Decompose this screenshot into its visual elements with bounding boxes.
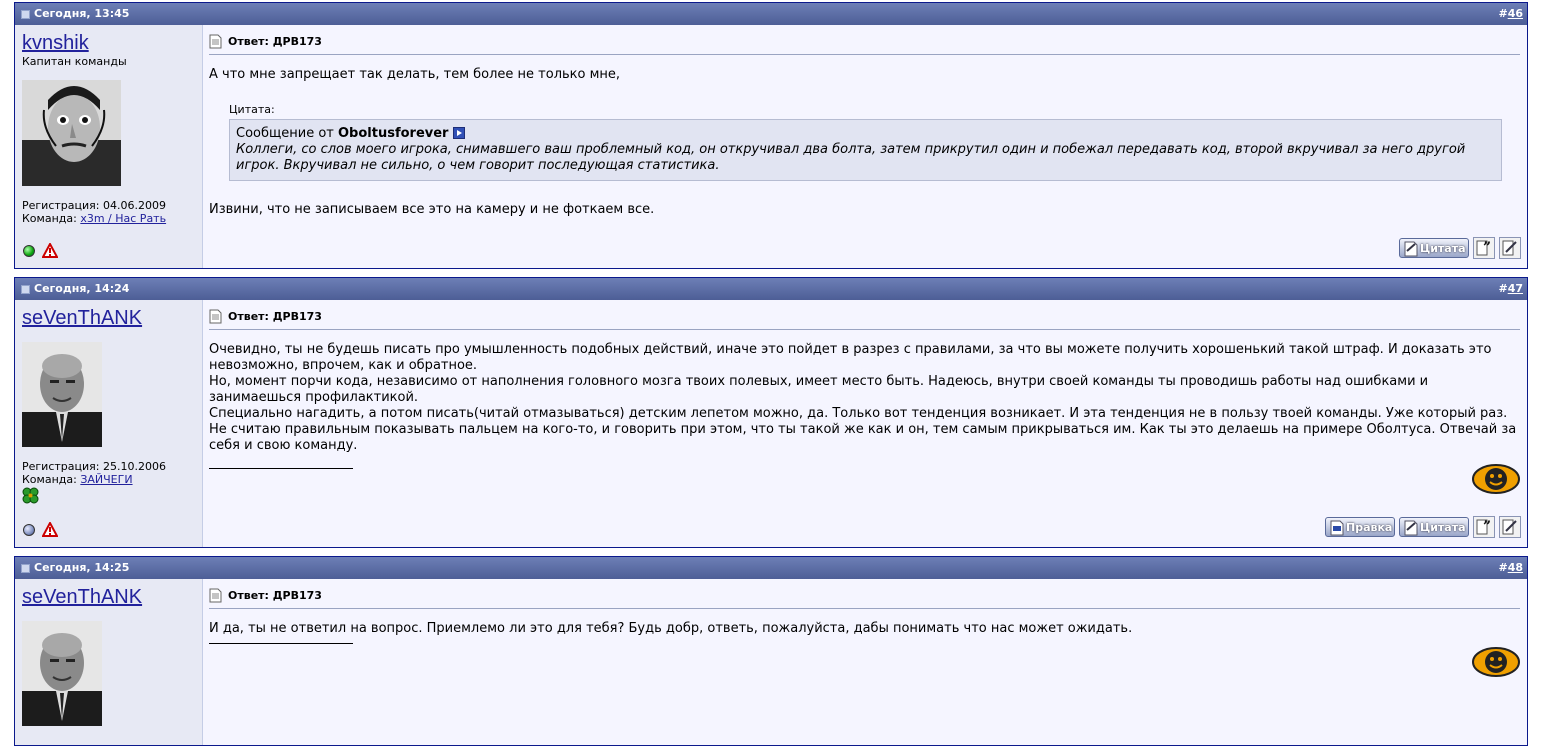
quote-box: Сообщение от Oboltusforever Коллеги, со … — [229, 119, 1502, 181]
avatar[interactable] — [22, 80, 121, 186]
quote-author: Oboltusforever — [338, 126, 449, 141]
avatar[interactable] — [22, 342, 102, 447]
post-content: Ответ: ДРВ173 И да, ты не ответил на воп… — [203, 579, 1527, 745]
reg-date: 25.10.2006 — [102, 460, 166, 473]
edit-button[interactable]: Правка — [1325, 517, 1395, 537]
username-link[interactable]: seVenThANK — [22, 585, 202, 609]
post-permalink[interactable]: 46 — [1508, 7, 1523, 20]
user-info: seVenThANK — [15, 579, 203, 745]
quick-reply-icon — [1502, 240, 1517, 256]
post-message: Очевидно, ты не будешь писать про умышле… — [209, 342, 1517, 453]
quote-text: Коллеги, со слов моего игрока, снимавшег… — [236, 142, 1466, 173]
svg-text:”: ” — [1483, 240, 1491, 256]
user-meta: Регистрация: 25.10.2006 Команда: ЗАЙЧЕГИ — [22, 460, 166, 504]
report-warning-icon[interactable] — [42, 243, 58, 258]
online-dot-icon — [23, 244, 35, 257]
clover-icon — [22, 487, 39, 504]
post-date: Сегодня, 14:24 — [34, 282, 130, 295]
team-link[interactable]: x3m / Нас Рать — [80, 212, 166, 225]
post-date: Сегодня, 13:45 — [34, 7, 130, 20]
watchmen-smiley-icon — [1472, 464, 1520, 494]
multiquote-icon: ” — [1476, 519, 1491, 535]
post-permalink[interactable]: 48 — [1508, 561, 1523, 574]
multiquote-button[interactable]: ” — [1473, 516, 1495, 538]
svg-text:”: ” — [1483, 519, 1491, 535]
post-header: Сегодня, 13:45 #46 — [15, 3, 1527, 25]
post-header: Сегодня, 14:24 #47 — [15, 278, 1527, 300]
signature-separator — [209, 643, 353, 644]
post-icon — [21, 563, 30, 573]
quick-reply-button[interactable] — [1499, 237, 1521, 259]
post-message: А что мне запрещает так делать, тем боле… — [209, 67, 621, 82]
quote-label: Цитата: — [229, 103, 275, 116]
username-link[interactable]: seVenThANK — [22, 306, 202, 330]
quote-button[interactable]: Цитата — [1399, 517, 1469, 537]
post-title: Ответ: ДРВ173 — [228, 588, 322, 602]
edit-icon — [1330, 520, 1344, 536]
quote-button[interactable]: Цитата — [1399, 238, 1469, 258]
post-icon — [21, 9, 30, 19]
post-message: И да, ты не ответил на вопрос. Приемлемо… — [209, 621, 1133, 636]
post-content: Ответ: ДРВ173 Очевидно, ты не будешь пис… — [203, 300, 1527, 547]
post-header: Сегодня, 14:25 #48 — [15, 557, 1527, 579]
post-permalink[interactable]: 47 — [1508, 282, 1523, 295]
post-date: Сегодня, 14:25 — [34, 561, 130, 574]
document-icon — [209, 588, 222, 602]
user-title: Капитан команды — [22, 55, 127, 68]
user-meta: Регистрация: 04.06.2009 Команда: x3m / Н… — [22, 199, 167, 225]
post-47: Сегодня, 14:24 #47 seVenThANK Регистраци… — [14, 277, 1528, 548]
post-title: Ответ: ДРВ173 — [228, 309, 322, 323]
post-message-2: Извини, что не записываем все это на кам… — [209, 202, 655, 217]
multiquote-button[interactable]: ” — [1473, 237, 1495, 259]
offline-dot-icon — [23, 523, 35, 536]
user-info: kvnshik Капитан команды Регистрация: 04.… — [15, 25, 203, 268]
post-46: Сегодня, 13:45 #46 kvnshik Капитан коман… — [14, 2, 1528, 269]
post-icon — [21, 284, 30, 294]
quick-reply-icon — [1502, 519, 1517, 535]
post-title: Ответ: ДРВ173 — [228, 34, 322, 48]
report-warning-icon[interactable] — [42, 522, 58, 537]
quote-doc-icon — [1404, 520, 1418, 536]
avatar[interactable] — [22, 621, 102, 726]
reg-date: 04.06.2009 — [102, 199, 166, 212]
signature-separator — [209, 468, 353, 469]
watchmen-smiley-icon — [1472, 647, 1520, 677]
document-icon — [209, 34, 222, 48]
username-link[interactable]: kvnshik — [22, 31, 202, 55]
multiquote-icon: ” — [1476, 240, 1491, 256]
document-icon — [209, 309, 222, 323]
user-info: seVenThANK Регистрация: 25.10.2006 Коман… — [15, 300, 203, 547]
post-content: Ответ: ДРВ173 А что мне запрещает так де… — [203, 25, 1527, 268]
quote-doc-icon — [1404, 241, 1418, 257]
quick-reply-button[interactable] — [1499, 516, 1521, 538]
view-post-icon[interactable] — [452, 127, 465, 139]
post-48: Сегодня, 14:25 #48 seVenThANK Ответ: ДРВ… — [14, 556, 1528, 746]
team-link[interactable]: ЗАЙЧЕГИ — [80, 473, 132, 486]
